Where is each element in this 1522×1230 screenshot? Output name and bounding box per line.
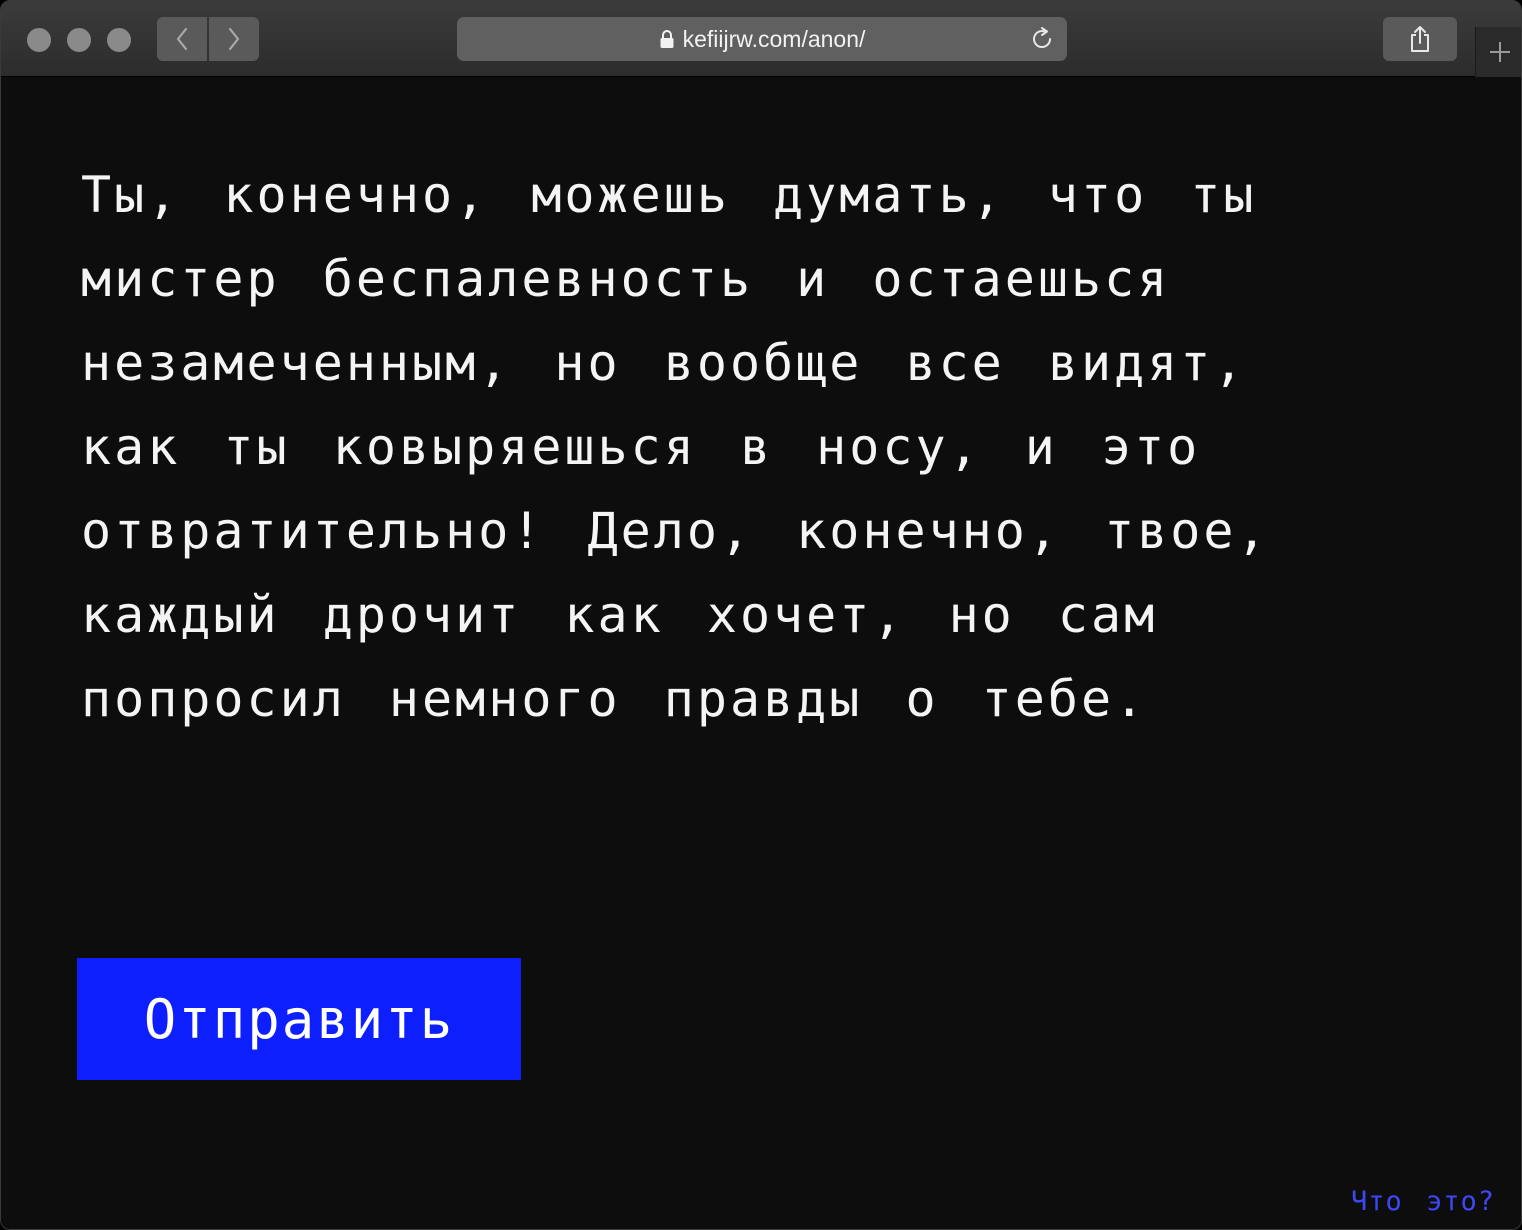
address-bar[interactable]: kefiijrw.com/anon/ xyxy=(457,17,1067,61)
close-window-button[interactable] xyxy=(27,28,51,52)
minimize-window-button[interactable] xyxy=(67,28,91,52)
what-is-this-link[interactable]: Что это? xyxy=(1351,1186,1495,1217)
forward-button[interactable] xyxy=(209,17,259,61)
browser-window: kefiijrw.com/anon/ Ты, конечно, можешь д… xyxy=(0,0,1522,1230)
message-text: Ты, конечно, можешь думать, что ты мисте… xyxy=(81,166,1270,728)
chevron-left-icon xyxy=(176,27,188,51)
lock-icon xyxy=(659,29,675,49)
zoom-window-button[interactable] xyxy=(107,28,131,52)
address-bar-content: kefiijrw.com/anon/ xyxy=(659,25,866,53)
share-icon xyxy=(1411,26,1429,52)
plus-icon xyxy=(1490,42,1510,62)
back-button[interactable] xyxy=(157,17,207,61)
reload-icon[interactable] xyxy=(1029,26,1055,52)
address-bar-url: kefiijrw.com/anon/ xyxy=(682,25,866,52)
chevron-right-icon xyxy=(228,27,240,51)
share-button[interactable] xyxy=(1383,17,1457,61)
navigation-buttons xyxy=(157,17,259,61)
new-tab-button[interactable] xyxy=(1475,27,1521,77)
page-content: Ты, конечно, можешь думать, что ты мисте… xyxy=(1,77,1521,1229)
send-button[interactable]: Отправить xyxy=(77,958,521,1080)
browser-toolbar: kefiijrw.com/anon/ xyxy=(1,1,1521,77)
